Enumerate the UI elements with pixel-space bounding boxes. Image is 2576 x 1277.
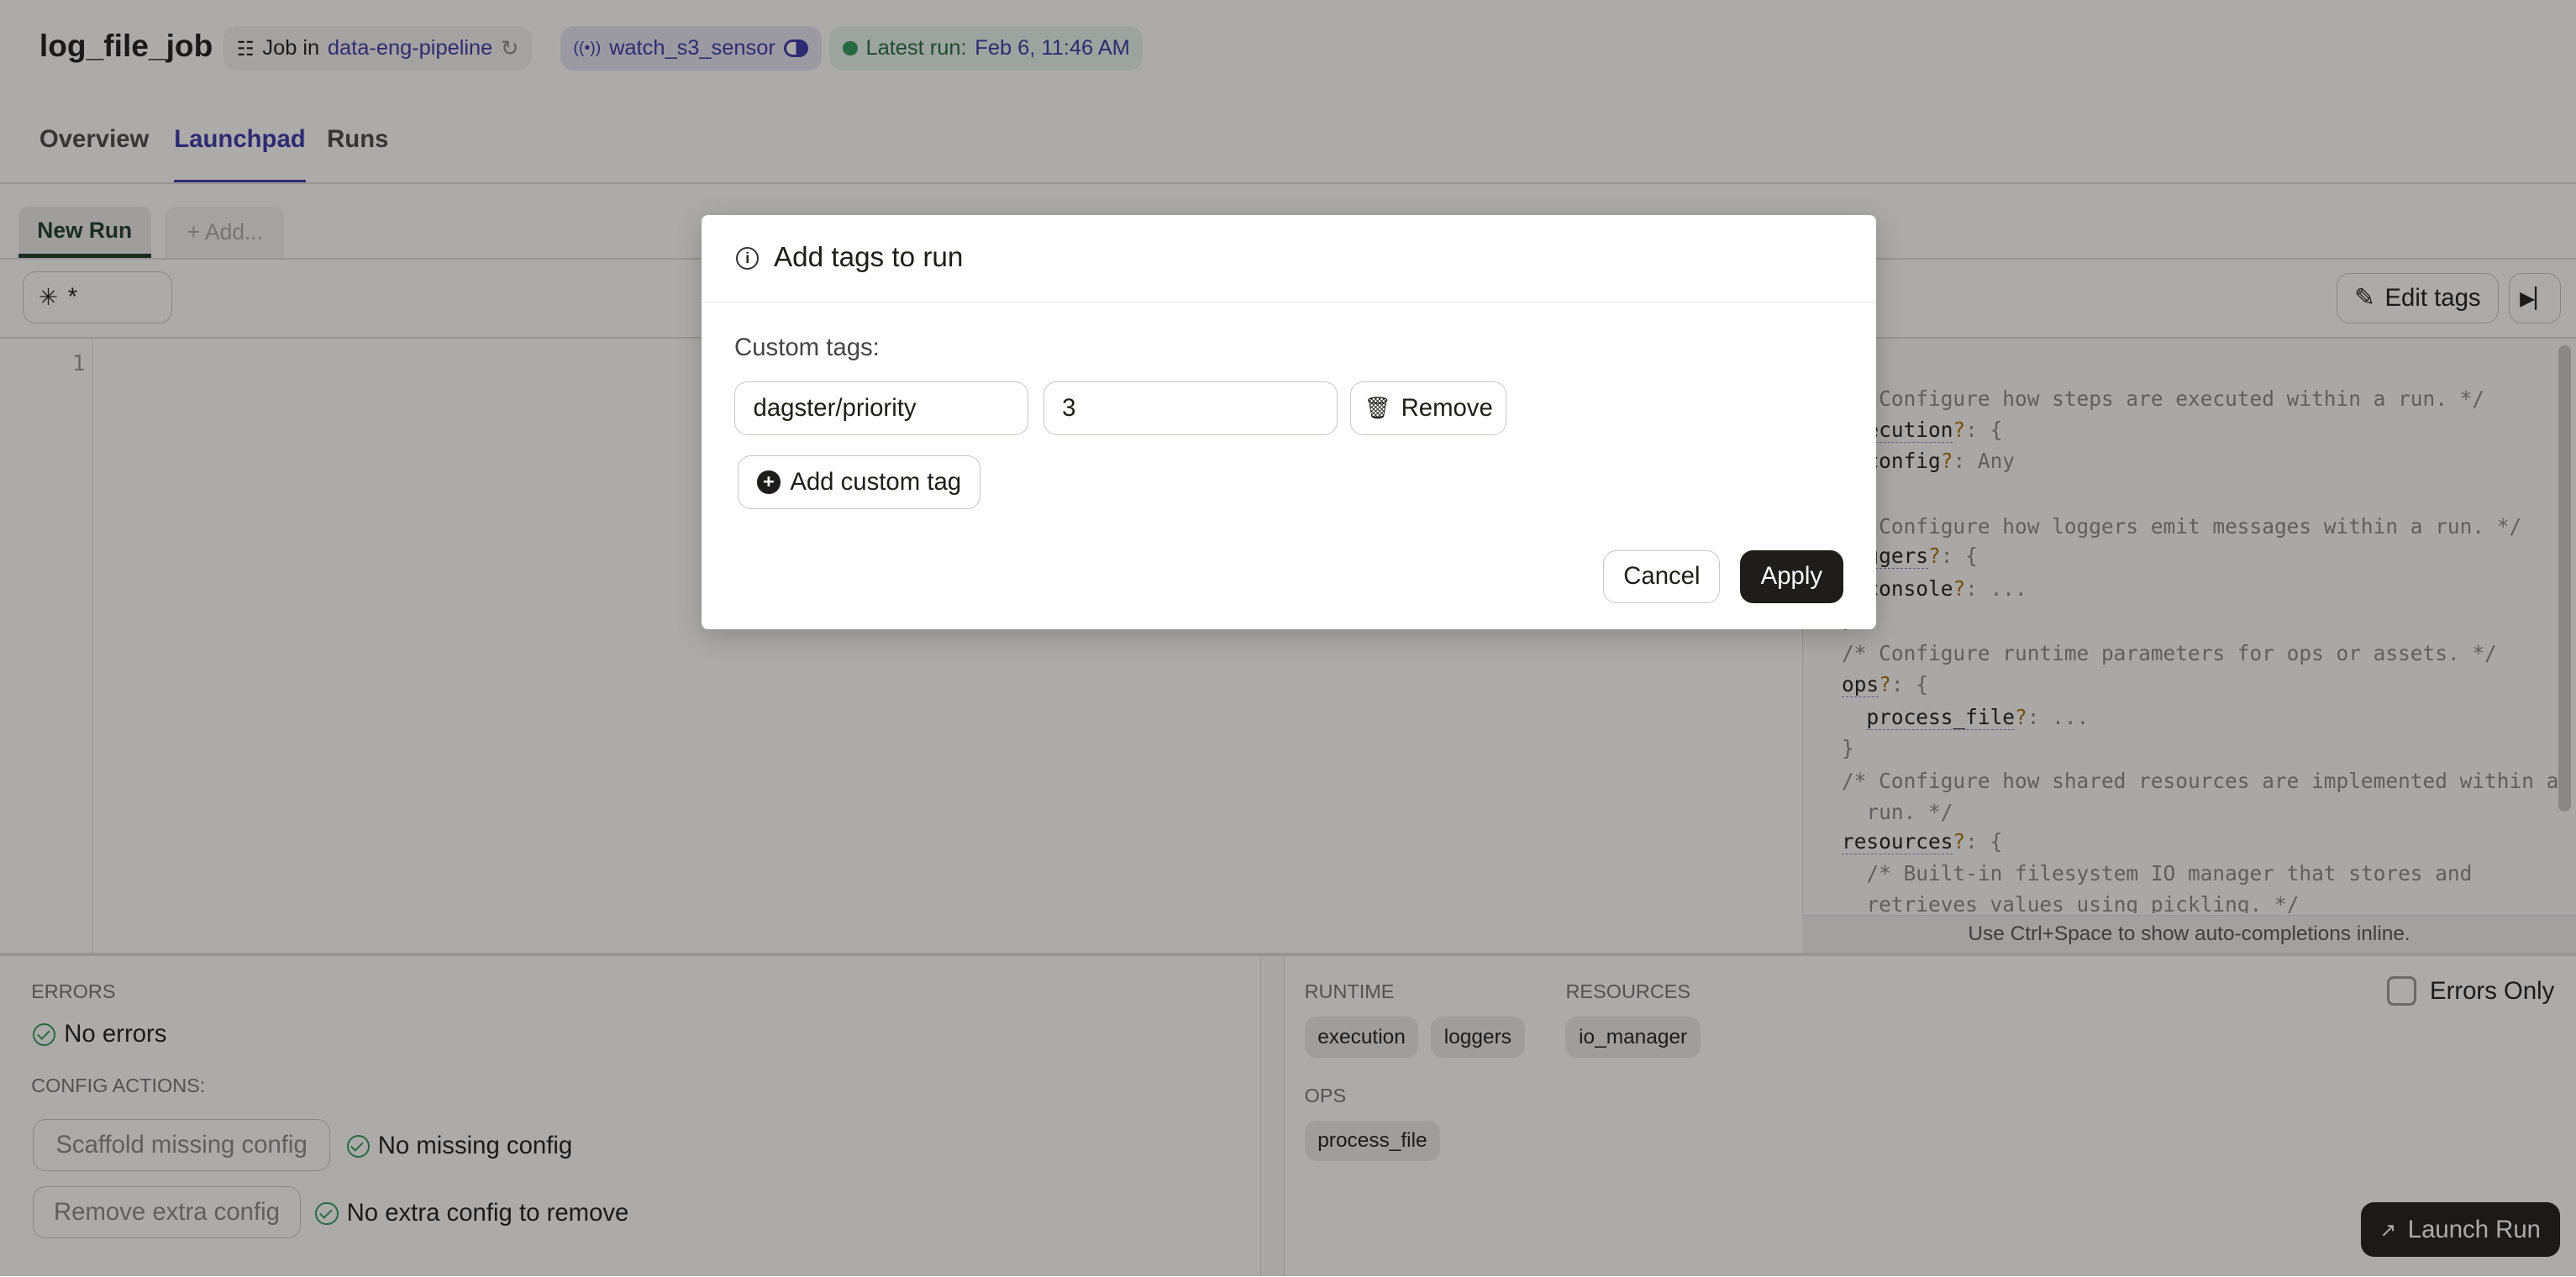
apply-button[interactable]: Apply <box>1739 550 1843 603</box>
launchpad-page: log_file_job ☷ Job in data-eng-pipeline … <box>0 0 2576 1277</box>
cancel-button[interactable]: Cancel <box>1603 550 1721 603</box>
modal-backdrop[interactable] <box>0 0 2576 1277</box>
dialog-title: Add tags to run <box>773 242 964 274</box>
tag-key-input[interactable] <box>734 381 1029 436</box>
add-custom-tag-label: Add custom tag <box>790 467 962 496</box>
dialog-header: i Add tags to run <box>701 215 1877 302</box>
tag-value-input[interactable] <box>1043 381 1338 436</box>
add-custom-tag-button[interactable]: + Add custom tag <box>737 455 981 510</box>
info-icon: i <box>736 246 760 271</box>
remove-tag-button[interactable]: 🗑︎ Remove <box>1350 381 1507 436</box>
trash-icon: 🗑︎ <box>1364 396 1391 420</box>
remove-label: Remove <box>1401 393 1493 422</box>
add-tags-dialog: i Add tags to run Custom tags: 🗑︎ Remove… <box>701 215 1877 629</box>
plus-circle-icon: + <box>757 470 781 494</box>
custom-tags-label: Custom tags: <box>734 333 880 361</box>
